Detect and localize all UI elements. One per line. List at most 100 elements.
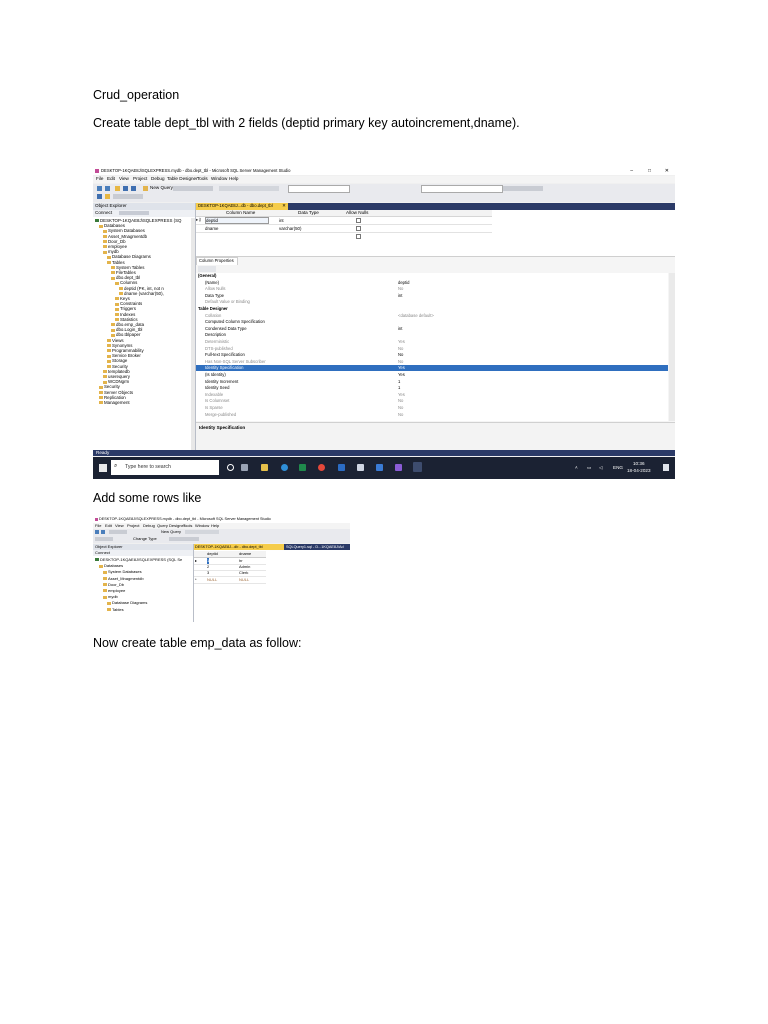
toolbar-icons-group-2[interactable] [219, 186, 279, 191]
store-icon[interactable] [357, 464, 364, 471]
toolbar-icons-group-4[interactable] [113, 194, 143, 199]
menu-window[interactable]: Window [211, 176, 227, 182]
property-row[interactable]: Computed Column Specification [196, 319, 668, 325]
cell-column-name[interactable]: dname [205, 225, 218, 232]
tree-item[interactable]: DESKTOP-1KQAE8J\SQLEXPRESS (SQL Se [95, 557, 182, 562]
new-query-icon[interactable] [143, 186, 148, 191]
property-row[interactable]: Description [196, 332, 668, 338]
cell-dname[interactable]: hr [239, 558, 243, 564]
tab-dept-tbl[interactable]: DESKTOP-1KQAE8J...db - dbo.dept_tbl [194, 544, 284, 550]
volume-icon[interactable]: ◁ [599, 465, 603, 471]
property-row[interactable]: Collation <database default> [196, 313, 668, 319]
tab-dept-tbl[interactable]: DESKTOP-1KQAE8J...db - dbo.dept_tbl ✕ [196, 203, 288, 210]
toolbar-icons-group-2[interactable] [185, 530, 219, 534]
task-view-icon[interactable] [241, 464, 248, 471]
maximize-icon[interactable]: □ [648, 168, 651, 174]
notifications-icon[interactable] [663, 464, 669, 471]
explorer-scrollbar[interactable] [191, 218, 195, 450]
tree-item[interactable]: Database Diagrams [107, 600, 147, 605]
property-row[interactable]: Merge-published No [196, 412, 668, 418]
allow-nulls-checkbox[interactable] [356, 234, 361, 239]
cell-dname[interactable]: Admin [239, 564, 250, 570]
ssms-taskbar-icon[interactable] [413, 462, 422, 472]
tree-item[interactable]: Management [99, 400, 130, 405]
property-row[interactable]: Identity Increment 1 [196, 379, 668, 385]
connect-button[interactable]: Connect [95, 550, 110, 556]
tree-item[interactable]: Door_Db [103, 582, 124, 587]
property-row[interactable]: Deterministic Yes [196, 339, 668, 345]
table-row[interactable]: dname varchar(50) [196, 225, 492, 233]
allow-nulls-checkbox[interactable] [356, 218, 361, 223]
tree-item[interactable]: Asset_Mnagmentdb [103, 576, 144, 581]
allow-nulls-checkbox[interactable] [356, 226, 361, 231]
property-row[interactable]: DTS-published No [196, 346, 668, 352]
open-file-icon[interactable] [115, 186, 120, 191]
file-explorer-icon[interactable] [261, 464, 268, 471]
menu-table-designer[interactable]: Table Designer [167, 176, 198, 182]
tree-item[interactable]: employee [103, 588, 125, 593]
mail-icon[interactable] [376, 464, 383, 471]
save-icon[interactable] [123, 186, 128, 191]
tab-sqlquery[interactable]: SQLQuery1.sql - D...1KQAE8J\Ad [286, 544, 344, 550]
property-row[interactable]: Condensed Data Type int [196, 326, 668, 332]
toolbar-icons-group-3[interactable] [503, 186, 543, 191]
cell-data-type[interactable]: varchar(50) [279, 225, 301, 232]
property-row[interactable]: Identity Seed 1 [196, 385, 668, 391]
properties-scrollbar[interactable] [669, 273, 675, 421]
run-icon[interactable] [97, 194, 102, 199]
toolbar-icons-group-3[interactable] [95, 537, 113, 541]
chrome-icon[interactable] [318, 464, 325, 471]
property-row[interactable]: Has Non-SQL Server Subscriber No [196, 359, 668, 365]
property-row[interactable]: Allow Nulls No [196, 286, 668, 292]
connect-button[interactable]: Connect [95, 210, 112, 216]
forward-icon[interactable] [101, 530, 105, 534]
explorer-tool-icons[interactable] [119, 211, 149, 215]
cell-dname[interactable]: NULL [239, 577, 249, 583]
edge-icon[interactable] [281, 464, 288, 471]
property-row[interactable]: Identity Specification Yes [196, 365, 668, 372]
back-icon[interactable] [97, 186, 102, 191]
property-row[interactable]: Table Designer [196, 306, 668, 312]
menu-debug[interactable]: Debug [151, 176, 165, 182]
cortana-icon[interactable] [227, 464, 234, 471]
key-icon[interactable] [105, 194, 110, 199]
clock-date[interactable]: 18-04-2023 [627, 468, 651, 474]
close-icon[interactable]: ✕ [665, 168, 669, 174]
table-row[interactable] [196, 233, 492, 240]
back-icon[interactable] [95, 530, 99, 534]
language-indicator[interactable]: ENG [613, 465, 623, 471]
menu-edit[interactable]: Edit [107, 176, 115, 182]
property-row[interactable]: Is Columnset No [196, 398, 668, 404]
excel-icon[interactable] [299, 464, 306, 471]
tree-item[interactable]: Databases [99, 563, 123, 568]
cell-column-name[interactable]: deptid [205, 217, 269, 224]
column-properties-tab[interactable]: Column Properties [196, 257, 238, 265]
new-query-button[interactable]: New Query [150, 185, 173, 191]
properties-sort-icons[interactable] [198, 266, 216, 272]
taskbar-search-box[interactable]: ⌕ Type here to search [111, 460, 219, 475]
forward-icon[interactable] [105, 186, 110, 191]
save-all-icon[interactable] [131, 186, 136, 191]
property-row[interactable]: Default Value or Binding [196, 299, 668, 305]
menu-view[interactable]: View [119, 176, 129, 182]
property-row[interactable]: Data Type int [196, 293, 668, 299]
tray-chevron-icon[interactable]: ˄ [575, 465, 578, 471]
property-row[interactable]: (Name) deptid [196, 280, 668, 286]
toolbar-icons-group[interactable] [109, 530, 127, 534]
cell-deptid[interactable]: 2 [207, 564, 209, 570]
new-query-button[interactable]: New Query [161, 529, 181, 535]
database-dropdown[interactable] [288, 185, 350, 193]
table-row[interactable]: * NULL NULL [194, 577, 266, 584]
network-icon[interactable]: ▭ [587, 465, 591, 471]
cell-data-type[interactable]: int [279, 217, 284, 224]
property-row[interactable]: Indexable Yes [196, 392, 668, 398]
menu-file[interactable]: File [96, 176, 103, 182]
windows-start-icon[interactable] [99, 464, 107, 472]
property-row[interactable]: (General) [196, 273, 668, 279]
property-row[interactable]: Full-text Specification No [196, 352, 668, 358]
tree-item[interactable]: mydb [103, 594, 118, 599]
menu-project[interactable]: Project [133, 176, 147, 182]
change-type-button[interactable]: Change Type [133, 536, 157, 542]
cell-deptid[interactable]: NULL [207, 577, 217, 583]
tab-close-icon[interactable]: ✕ [282, 203, 286, 209]
